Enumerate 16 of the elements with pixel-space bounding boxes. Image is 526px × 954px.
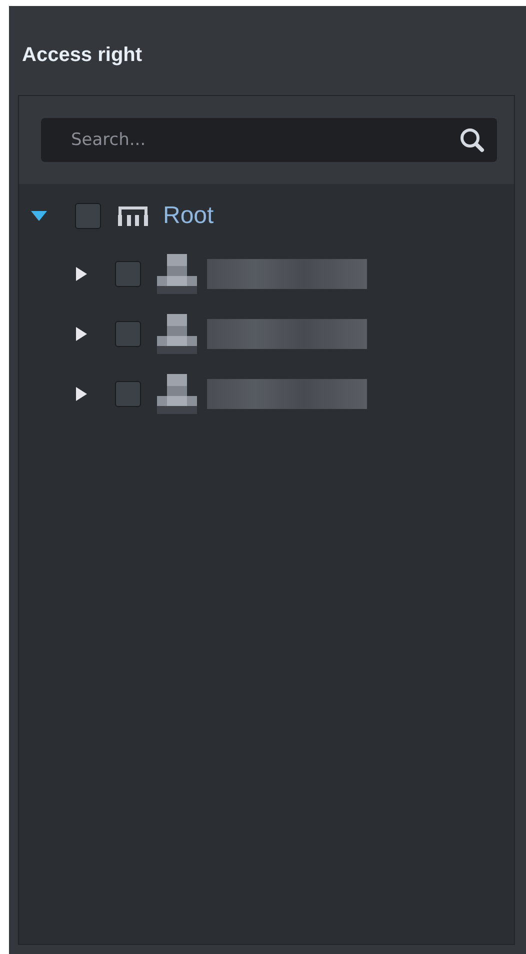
expand-arrow-icon[interactable] <box>76 327 87 341</box>
expand-arrow-icon[interactable] <box>76 387 87 401</box>
checkbox[interactable] <box>115 321 141 347</box>
search-field[interactable]: Search... <box>41 118 497 162</box>
panel-title: Access right <box>21 43 142 68</box>
user-icon <box>157 374 197 414</box>
user-icon <box>157 254 197 294</box>
user-icon <box>157 314 197 354</box>
collapse-arrow-icon[interactable] <box>31 211 47 221</box>
expand-arrow-icon[interactable] <box>76 267 87 281</box>
building-icon <box>117 205 149 227</box>
checkbox[interactable] <box>115 381 141 407</box>
tree-item-label[interactable]: Root <box>163 202 214 230</box>
search-icon[interactable] <box>459 127 485 153</box>
checkbox[interactable] <box>75 203 101 229</box>
checkbox[interactable] <box>115 261 141 287</box>
